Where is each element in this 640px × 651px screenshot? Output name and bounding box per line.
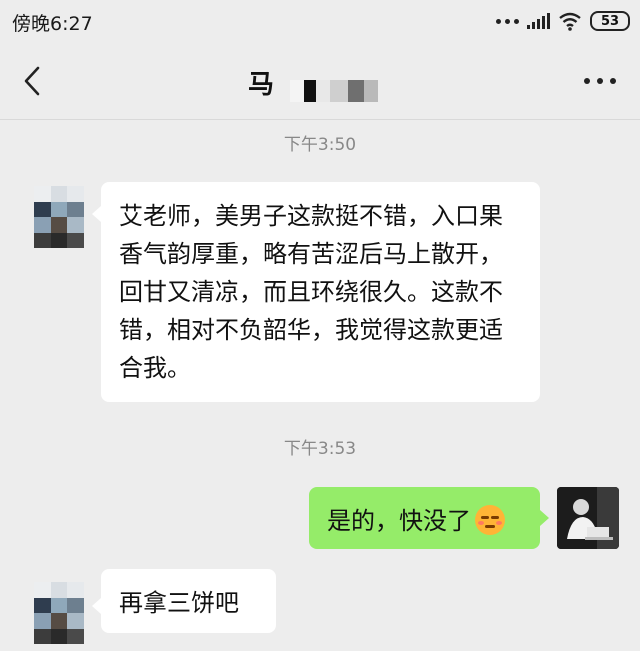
smirk-emoji-icon [475, 505, 505, 535]
message-bubble-incoming[interactable]: 艾老师，美男子这款挺不错，入口果香气韵厚重，略有苦涩后马上散开，回甘又清凉，而且… [101, 182, 540, 402]
more-dots-icon[interactable] [584, 78, 616, 84]
timestamp: 下午3:53 [283, 439, 357, 459]
chat-title: 马 [248, 70, 275, 100]
bubble-tail [540, 510, 549, 526]
status-bar: 傍晚6:27 53 [0, 0, 640, 44]
chat-header: 马 [0, 44, 640, 120]
status-icons: 53 [496, 9, 630, 33]
redaction-mosaic [290, 80, 378, 102]
signal-icon [527, 13, 550, 29]
chevron-left-icon[interactable] [18, 64, 48, 98]
bubble-tail [92, 206, 101, 222]
message-bubble-outgoing[interactable]: 是的，快没了 [309, 487, 540, 549]
wifi-icon [559, 12, 581, 31]
avatar[interactable] [34, 186, 84, 248]
battery-indicator: 53 [590, 11, 630, 31]
message-text: 是的，快没了 [327, 507, 471, 535]
person-photo-icon [557, 487, 619, 549]
avatar[interactable] [34, 582, 84, 644]
notification-dots-icon [496, 18, 519, 24]
self-avatar[interactable] [557, 487, 619, 549]
status-time: 傍晚6:27 [12, 13, 93, 35]
bubble-tail [92, 598, 101, 614]
timestamp: 下午3:50 [283, 135, 357, 155]
message-bubble-incoming[interactable]: 再拿三饼吧 [101, 569, 276, 633]
